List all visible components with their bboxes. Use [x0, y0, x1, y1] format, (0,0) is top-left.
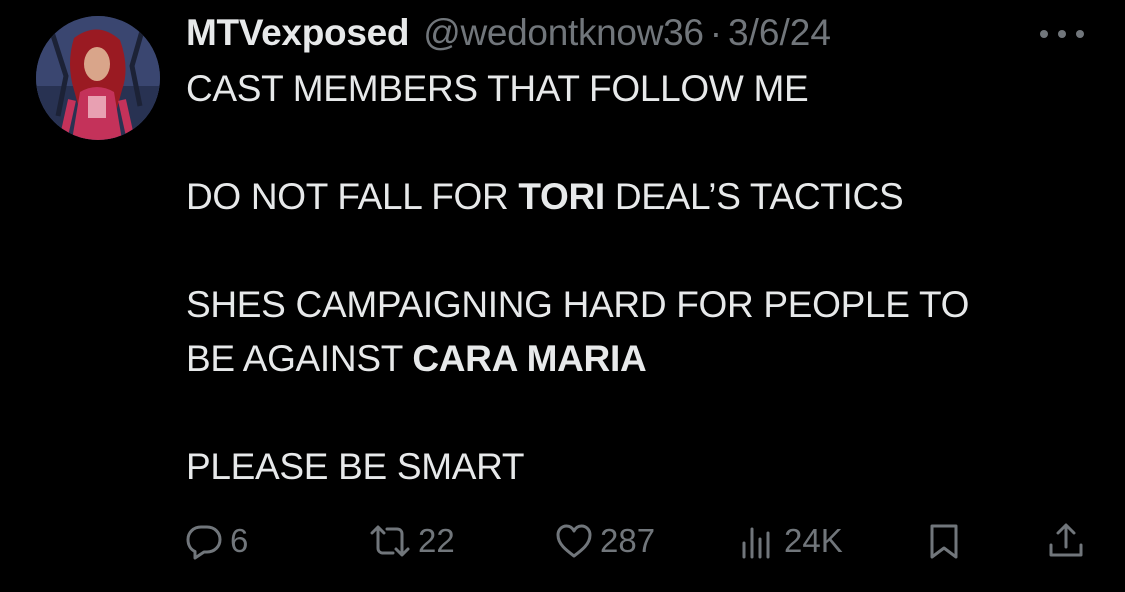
tweet-line: BE AGAINST CARA MARIA — [186, 332, 1086, 386]
user-handle[interactable]: @wedontknow36 — [423, 12, 704, 54]
reply-count: 6 — [230, 522, 249, 559]
tweet-line: DO NOT FALL FOR TORI DEAL’S TACTICS — [186, 170, 1086, 224]
like-button[interactable]: 287 — [554, 518, 655, 564]
avatar-image — [36, 16, 160, 140]
tweet-date[interactable]: 3/6/24 — [728, 12, 831, 54]
repost-icon — [370, 525, 410, 557]
tweet-header: MTVexposed @wedontknow36 · 3/6/24 — [186, 12, 831, 58]
tweet-line: SHES CAMPAIGNING HARD FOR PEOPLE TO — [186, 284, 970, 325]
like-count: 287 — [600, 522, 656, 559]
bookmark-button[interactable] — [924, 518, 964, 564]
more-dot — [1076, 30, 1084, 38]
share-button[interactable] — [1046, 518, 1086, 564]
avatar[interactable] — [36, 16, 160, 140]
bold-text: CARA MARIA — [412, 338, 647, 379]
view-count: 24K — [784, 522, 843, 559]
share-icon — [1049, 523, 1083, 557]
text-run: DO NOT FALL FOR — [186, 176, 519, 217]
reply-button[interactable]: 6 — [184, 518, 248, 564]
more-dots-icon[interactable] — [1040, 26, 1084, 42]
reply-icon — [186, 525, 222, 560]
views-icon — [742, 527, 770, 559]
tweet-line: PLEASE BE SMART — [186, 446, 525, 487]
more-dot — [1040, 30, 1048, 38]
bookmark-icon — [930, 524, 958, 559]
tweet-actions: 6 22 287 24K — [184, 518, 1084, 564]
heart-icon — [556, 524, 592, 558]
more-dot — [1058, 30, 1066, 38]
text-run: BE AGAINST — [186, 338, 413, 379]
tweet-text: CAST MEMBERS THAT FOLLOW ME DO NOT FALL … — [186, 62, 1086, 494]
separator-dot: · — [709, 12, 723, 53]
text-run: DEAL’S TACTICS — [604, 176, 904, 217]
views-button[interactable]: 24K — [738, 518, 843, 564]
display-name[interactable]: MTVexposed — [186, 12, 409, 54]
repost-count: 22 — [418, 522, 455, 559]
bold-text: TORI — [518, 176, 605, 217]
tweet-line: CAST MEMBERS THAT FOLLOW ME — [186, 68, 809, 109]
repost-button[interactable]: 22 — [368, 518, 455, 564]
